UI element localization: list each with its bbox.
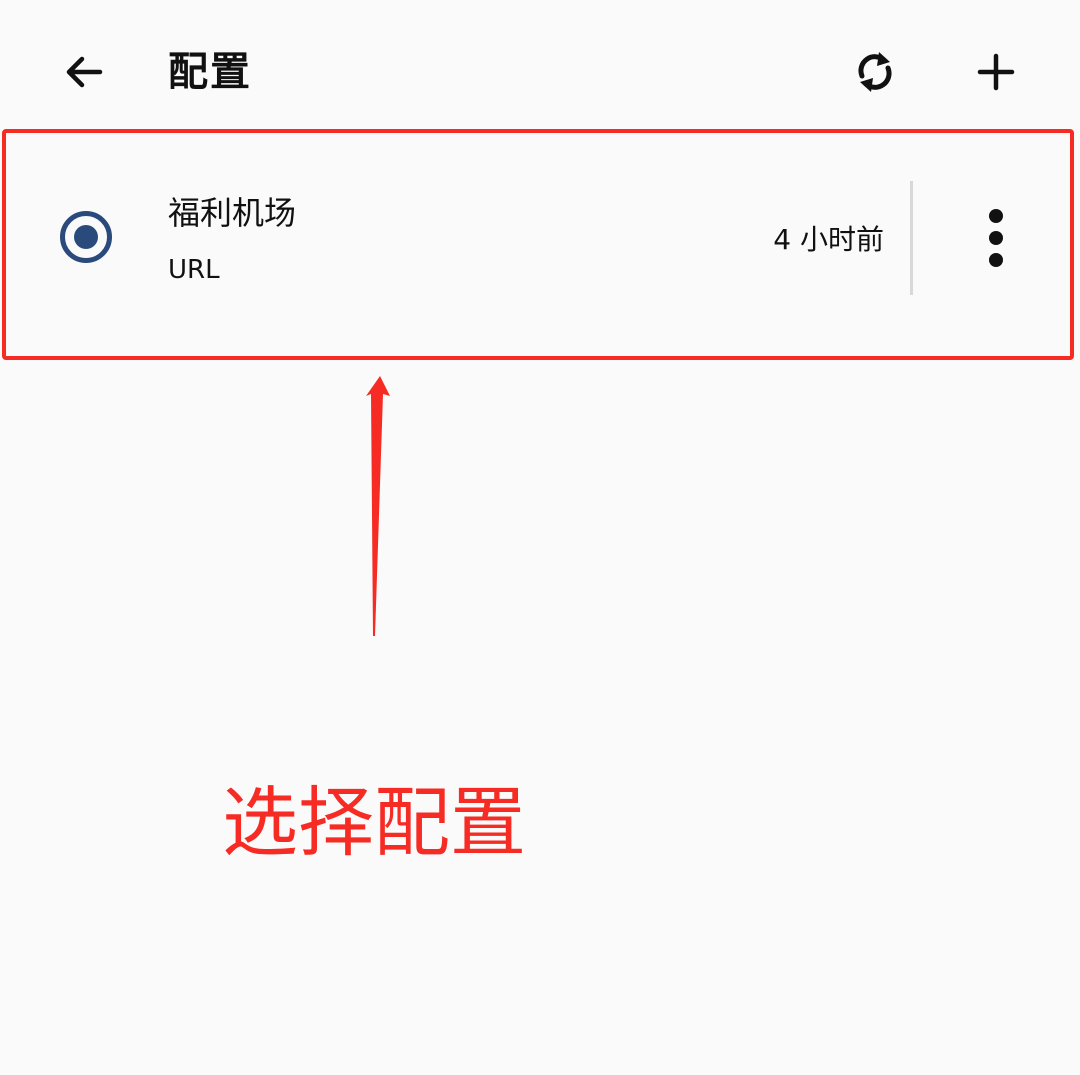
back-button[interactable] — [44, 32, 124, 112]
plus-icon — [977, 53, 1015, 91]
profile-menu-button[interactable] — [956, 198, 1036, 278]
app-bar: 配置 — [0, 0, 1080, 130]
profile-item[interactable] — [0, 128, 1076, 360]
profile-updated-time: 4 小时前 — [773, 223, 884, 256]
add-profile-button[interactable] — [956, 32, 1036, 112]
page-title: 配置 — [168, 49, 252, 95]
annotation-arrow-icon — [366, 376, 390, 636]
more-vertical-icon — [989, 209, 1003, 267]
profile-type: URL — [168, 255, 220, 285]
item-divider — [910, 181, 913, 295]
profile-selected-radio[interactable] — [60, 211, 112, 263]
annotation-text: 选择配置 — [222, 778, 526, 867]
radio-dot — [74, 225, 98, 249]
refresh-button[interactable] — [835, 32, 915, 112]
arrow-left-icon — [66, 56, 103, 88]
profile-name: 福利机场 — [168, 194, 297, 232]
sync-icon — [858, 52, 892, 92]
